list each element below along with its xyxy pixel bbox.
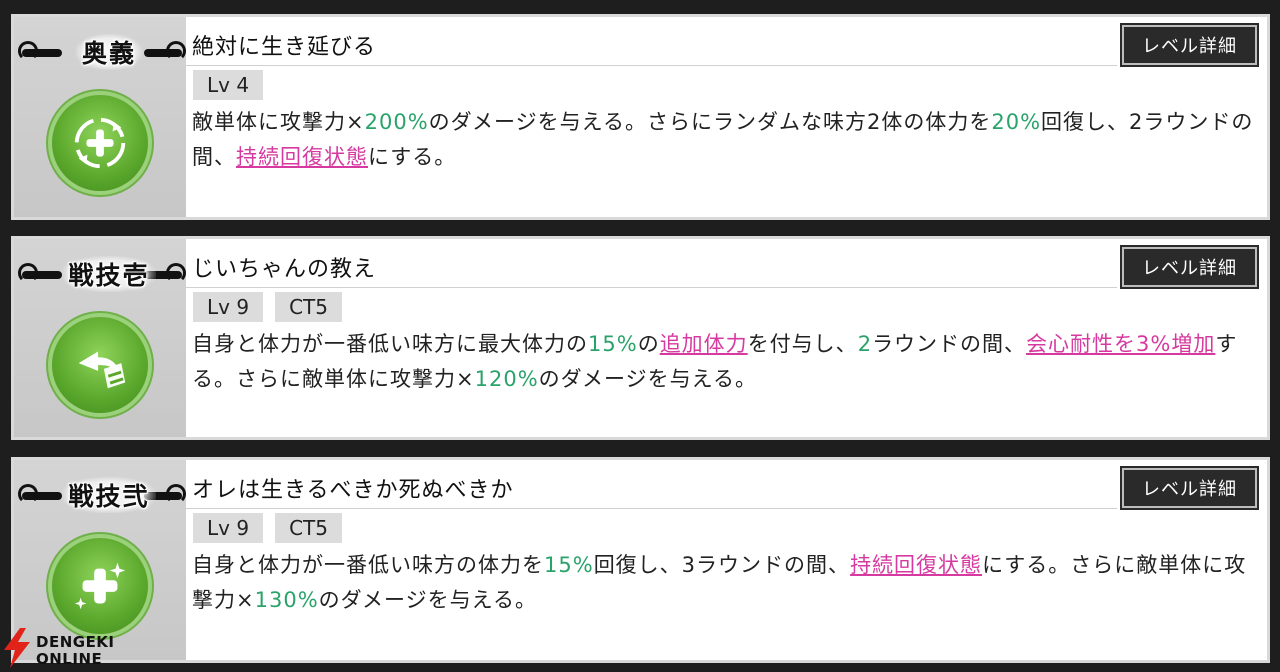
skill-card-ougi: 奥義 絶対に生き延びる レベル詳細 Lv 4 敵単体に攻撃力×200%のダメージ… xyxy=(11,14,1270,220)
skill-description: 自身と体力が一番低い味方の体力を15%回復し、3ラウンドの間、持続回復状態にする… xyxy=(192,548,1262,618)
description-text: のダメージを与える。 xyxy=(318,588,537,612)
cooldown-badge: CT5 xyxy=(275,513,342,543)
skill-type-label: 戦技壱 xyxy=(62,256,156,292)
level-detail-button[interactable]: レベル詳細 xyxy=(1120,23,1259,67)
status-term-link[interactable]: 持続回復状態 xyxy=(236,145,368,169)
value-highlight: 15% xyxy=(588,332,638,356)
level-badge: Lv 4 xyxy=(193,70,264,100)
shield-arrow-icon xyxy=(52,317,148,413)
watermark-line2: ONLINE xyxy=(36,650,103,668)
skill-description: 敵単体に攻撃力×200%のダメージを与える。さらにランダムな味方2体の体力を20… xyxy=(192,105,1262,175)
skill-name: 絶対に生き延びる xyxy=(192,35,377,60)
tag-swirl-decoration xyxy=(18,263,62,283)
heal-sparkle-icon xyxy=(52,538,148,634)
tag-swirl-decoration xyxy=(18,484,62,504)
description-text: のダメージを与える。 xyxy=(538,367,757,391)
skill-badges: Lv 4 xyxy=(193,70,264,100)
divider xyxy=(186,287,1117,288)
skill-type-label: 戦技弐 xyxy=(62,477,156,513)
divider xyxy=(186,65,1117,66)
skill-card-sengi-2: 戦技弐 オレは生きるべきか死ぬべきか レベル詳細 Lv 9 CT5 自身と体力が… xyxy=(11,457,1270,663)
lightning-bolt-icon xyxy=(4,628,30,668)
status-term-link[interactable]: 会心耐性を3%増加 xyxy=(1026,332,1215,356)
level-detail-button[interactable]: レベル詳細 xyxy=(1120,466,1259,510)
value-highlight: 200% xyxy=(364,110,429,134)
skill-type-tag: 戦技弐 xyxy=(18,470,186,520)
value-highlight: 2 xyxy=(857,332,873,356)
skill-badges: Lv 9 CT5 xyxy=(193,513,342,543)
status-term-link[interactable]: 追加体力 xyxy=(660,332,748,356)
skill-name: じいちゃんの教え xyxy=(192,257,377,282)
divider xyxy=(186,508,1117,509)
level-badge: Lv 9 xyxy=(193,292,264,322)
watermark-line1: DENGEKI xyxy=(36,633,115,651)
level-badge: Lv 9 xyxy=(193,513,264,543)
value-highlight: 120% xyxy=(474,367,539,391)
skill-description: 自身と体力が一番低い味方に最大体力の15%の追加体力を付与し、2ラウンドの間、会… xyxy=(192,327,1262,397)
value-highlight: 130% xyxy=(254,588,319,612)
skill-badges: Lv 9 CT5 xyxy=(193,292,342,322)
description-text: 回復し、3ラウンドの間、 xyxy=(593,553,851,577)
description-text: ラウンドの間、 xyxy=(872,332,1027,356)
skill-type-tag: 戦技壱 xyxy=(18,249,186,299)
description-text: の xyxy=(637,332,660,356)
dengeki-online-watermark: DENGEKI ONLINE xyxy=(2,628,115,668)
description-text: 自身と体力が一番低い味方の体力を xyxy=(192,553,544,577)
description-text: にする。 xyxy=(368,145,457,169)
heal-cycle-icon xyxy=(52,95,148,191)
skill-card-sengi-1: 戦技壱 じいちゃんの教え レベル詳細 Lv 9 CT5 自身と体力が一番低い味方… xyxy=(11,236,1270,440)
status-term-link[interactable]: 持続回復状態 xyxy=(850,553,982,577)
description-text: のダメージを与える。さらにランダムな味方2体の体力を xyxy=(428,110,992,134)
tag-swirl-decoration xyxy=(144,41,186,61)
skill-name: オレは生きるべきか死ぬべきか xyxy=(192,478,514,503)
description-text: 敵単体に攻撃力× xyxy=(192,110,365,134)
level-detail-button[interactable]: レベル詳細 xyxy=(1120,245,1259,289)
cooldown-badge: CT5 xyxy=(275,292,342,322)
value-highlight: 15% xyxy=(544,553,594,577)
skill-type-label: 奥義 xyxy=(75,34,142,70)
value-highlight: 20% xyxy=(991,110,1042,134)
description-text: を付与し、 xyxy=(747,332,858,356)
description-text: 自身と体力が一番低い味方に最大体力の xyxy=(192,332,588,356)
skill-type-tag: 奥義 xyxy=(18,27,186,77)
tag-swirl-decoration xyxy=(18,41,62,61)
